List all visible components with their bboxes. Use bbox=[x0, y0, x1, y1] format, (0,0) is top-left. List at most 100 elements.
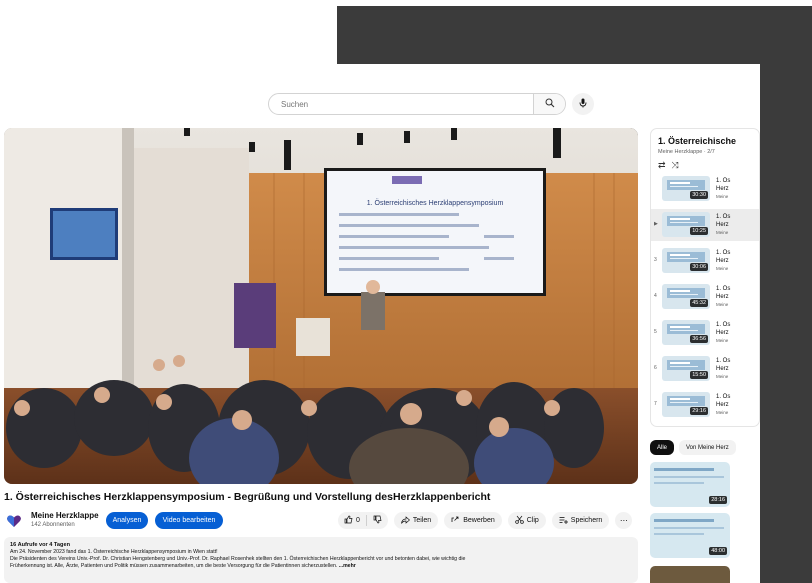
description-line-3: Früherkennung ist. Alle, Ärzte, Patiente… bbox=[10, 563, 338, 569]
playlist-item-thumbnail: 29:16 bbox=[662, 392, 710, 417]
channel-row: Meine Herzklappe 142 Abonnenten Analysen… bbox=[4, 509, 638, 533]
playlist-item-title: 1. Ös Herz bbox=[716, 178, 731, 192]
playlist-item-title: 1. Ös Herz bbox=[716, 322, 731, 336]
chip-all[interactable]: Alle bbox=[650, 440, 675, 455]
heart-logo-icon bbox=[7, 515, 21, 527]
playlist-item-duration: 30:06 bbox=[690, 263, 708, 271]
playlist-subtitle: Meine Herzklappe · 2/7 bbox=[658, 149, 715, 155]
playlist-item-channel: Meine bbox=[716, 338, 729, 343]
like-dislike-group: 0 bbox=[338, 512, 388, 529]
thumbs-down-icon bbox=[373, 515, 382, 526]
description-box[interactable]: 16 Aufrufe vor 4 Tagen Am 24. November 2… bbox=[4, 537, 638, 583]
playlist-item-title: 1. Ös Herz bbox=[716, 250, 731, 264]
playlist-item[interactable]: 4 45:32 1. Ös Herz Meine bbox=[651, 281, 759, 313]
search-input[interactable] bbox=[269, 94, 533, 114]
playlist-item-duration: 30:30 bbox=[690, 191, 708, 199]
playlist-item-title: 1. Ös Herz bbox=[716, 358, 731, 372]
playlist-item-channel: Meine bbox=[716, 266, 729, 271]
playlist-item-duration: 15:50 bbox=[690, 371, 708, 379]
playlist-item[interactable]: 30:30 1. Ös Herz Meine bbox=[651, 173, 759, 205]
like-count: 0 bbox=[356, 517, 360, 524]
now-playing-icon: ▶ bbox=[654, 221, 658, 227]
playlist-item-duration: 45:32 bbox=[690, 299, 708, 307]
voice-search-button[interactable] bbox=[572, 93, 594, 115]
video-frame-image: 1. Österreichisches Herzklappensymposium bbox=[4, 128, 638, 484]
search-icon bbox=[545, 95, 555, 113]
playlist-item-duration: 36:56 bbox=[690, 335, 708, 343]
scissors-icon bbox=[514, 515, 524, 526]
share-label: Teilen bbox=[412, 517, 432, 524]
playlist-item-index: 4 bbox=[654, 293, 657, 299]
more-horizontal-icon: ⋯ bbox=[619, 516, 628, 525]
view-count-date: 16 Aufrufe vor 4 Tagen bbox=[10, 542, 70, 548]
recommended-video-thumbnail[interactable]: 48:00 bbox=[650, 513, 730, 558]
clip-button[interactable]: Clip bbox=[507, 512, 546, 529]
playlist-item-duration: 10:25 bbox=[690, 227, 708, 235]
playlist-title[interactable]: 1. Österreichische bbox=[658, 136, 736, 146]
playlist-item-channel: Meine bbox=[716, 302, 729, 307]
playlist-controls: ⇄ ⤨ bbox=[658, 160, 679, 171]
playlist-item[interactable]: 7 29:16 1. Ös Herz Meine bbox=[651, 389, 759, 421]
analytics-button[interactable]: Analysen bbox=[106, 512, 148, 529]
shuffle-icon[interactable]: ⤨ bbox=[672, 160, 679, 171]
channel-avatar[interactable] bbox=[6, 513, 22, 529]
subscriber-count: 142 Abonnenten bbox=[31, 522, 75, 528]
recommended-video-duration: 48:00 bbox=[709, 547, 727, 555]
recommended-video-thumbnail[interactable] bbox=[650, 566, 730, 583]
search-button[interactable] bbox=[533, 94, 565, 114]
playlist-item-index: 6 bbox=[654, 365, 657, 371]
playlist-item-thumbnail: 36:56 bbox=[662, 320, 710, 345]
save-button[interactable]: Speichern bbox=[551, 512, 610, 529]
promote-icon bbox=[451, 516, 460, 526]
recommended-video-duration: 28:16 bbox=[709, 496, 727, 504]
description-line-2: Die Präsidenten des Vereins Univ.-Prof. … bbox=[10, 556, 466, 562]
save-to-playlist-icon bbox=[559, 516, 568, 526]
promote-label: Bewerben bbox=[463, 517, 495, 524]
playlist-item-duration: 29:16 bbox=[690, 407, 708, 415]
share-button[interactable]: Teilen bbox=[393, 512, 439, 529]
video-player[interactable]: 1. Österreichisches Herzklappensymposium bbox=[4, 128, 638, 484]
save-label: Speichern bbox=[570, 517, 603, 524]
chip-from-channel[interactable]: Von Meine Herz bbox=[679, 440, 736, 455]
loop-icon[interactable]: ⇄ bbox=[658, 160, 666, 171]
playlist-item[interactable]: 3 30:06 1. Ös Herz Meine bbox=[651, 245, 759, 277]
channel-name[interactable]: Meine Herzklappe bbox=[31, 511, 99, 520]
playlist-item-current[interactable]: ▶ 10:25 1. Ös Herz Meine bbox=[651, 209, 759, 241]
like-button[interactable]: 0 bbox=[338, 512, 366, 529]
dislike-button[interactable] bbox=[367, 512, 388, 529]
more-actions-button[interactable]: ⋯ bbox=[615, 512, 633, 529]
description-line-1: Am 24. November 2023 fand das 1. Österre… bbox=[10, 549, 218, 555]
microphone-icon bbox=[579, 95, 587, 113]
slide-title-text: 1. Österreichisches Herzklappensymposium bbox=[367, 199, 504, 207]
playlist-item-index: 7 bbox=[654, 401, 657, 407]
share-icon bbox=[401, 515, 410, 526]
playlist-item[interactable]: 6 15:50 1. Ös Herz Meine bbox=[651, 353, 759, 385]
playlist-item-thumbnail: 15:50 bbox=[662, 356, 710, 381]
thumbs-up-icon bbox=[344, 515, 353, 526]
playlist-item-thumbnail: 30:06 bbox=[662, 248, 710, 273]
playlist-item-thumbnail: 30:30 bbox=[662, 176, 710, 201]
search-box bbox=[268, 93, 566, 115]
playlist-item[interactable]: 5 36:56 1. Ös Herz Meine bbox=[651, 317, 759, 349]
playlist-item-thumbnail: 10:25 bbox=[662, 212, 710, 237]
playlist-item-index: 5 bbox=[654, 329, 657, 335]
action-bar: 0 Teilen Bewerben Clip Speichern ⋯ bbox=[338, 512, 633, 529]
playlist-item-channel: Meine bbox=[716, 194, 729, 199]
playlist-panel: 1. Österreichische Meine Herzklappe · 2/… bbox=[650, 128, 760, 427]
video-title: 1. Österreichisches Herzklappensymposium… bbox=[4, 491, 491, 503]
playlist-item-title: 1. Ös Herz bbox=[716, 214, 731, 228]
playlist-item-channel: Meine bbox=[716, 410, 729, 415]
playlist-item-channel: Meine bbox=[716, 374, 729, 379]
recommended-video-thumbnail[interactable]: 28:16 bbox=[650, 462, 730, 507]
playlist-item-title: 1. Ös Herz bbox=[716, 394, 731, 408]
edit-video-button[interactable]: Video bearbeiten bbox=[155, 512, 223, 529]
promote-button[interactable]: Bewerben bbox=[444, 512, 502, 529]
playlist-item-channel: Meine bbox=[716, 230, 729, 235]
filter-chips: Alle Von Meine Herz bbox=[650, 440, 736, 455]
playlist-item-index: 3 bbox=[654, 257, 657, 263]
browser-window: 1. Österreichisches Herzklappensymposium bbox=[0, 64, 760, 583]
playlist-item-thumbnail: 45:32 bbox=[662, 284, 710, 309]
playlist-item-title: 1. Ös Herz bbox=[716, 286, 731, 300]
show-more-link[interactable]: ...mehr bbox=[339, 563, 356, 569]
clip-label: Clip bbox=[526, 517, 539, 524]
